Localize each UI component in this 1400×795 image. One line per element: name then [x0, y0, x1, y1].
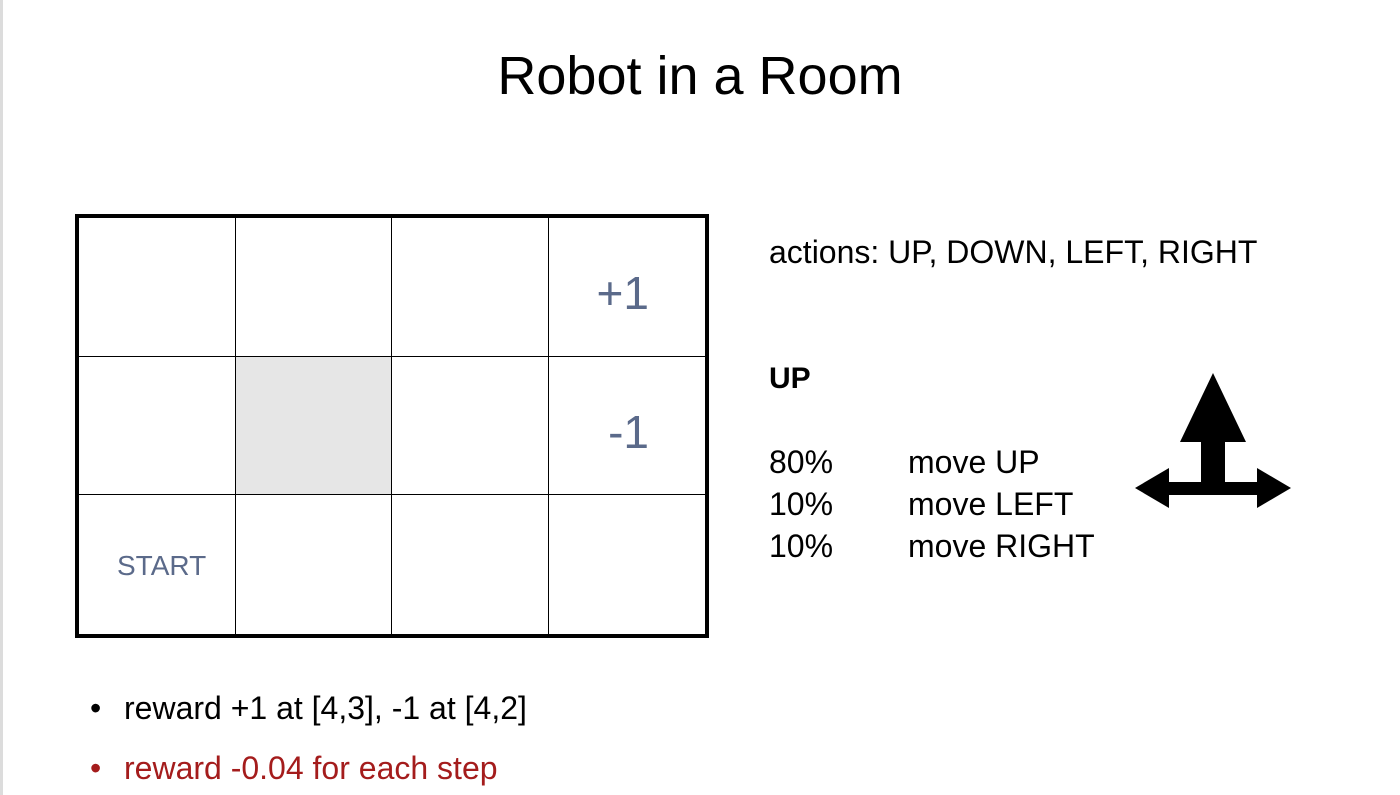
transition-probability: 80%: [769, 444, 834, 480]
grid-cell-r0-c2: [392, 218, 549, 357]
transition-row: 10% move LEFT: [769, 484, 1073, 524]
bullet-reward-step: • reward -0.04 for each step: [90, 748, 498, 788]
transition-row: 80% move UP: [769, 442, 1040, 482]
grid-cell-r2-c3: [549, 495, 706, 634]
grid-cell-r1-c2: [392, 356, 549, 496]
grid-world: +1 -1 START: [75, 214, 709, 638]
transition-move: move LEFT: [908, 486, 1074, 522]
bullet-icon: •: [90, 690, 102, 726]
transition-probability: 10%: [769, 528, 834, 564]
grid-cell-r0-c0: [79, 218, 236, 357]
grid-cell-r1-c0: [79, 356, 236, 496]
start-label: START: [117, 550, 207, 582]
up-action-heading: UP: [769, 362, 811, 395]
bullet-icon: •: [90, 750, 102, 786]
actions-list: actions: UP, DOWN, LEFT, RIGHT: [769, 234, 1258, 270]
bullet-text: reward -0.04 for each step: [124, 750, 498, 786]
negative-reward-label: -1: [608, 405, 649, 458]
transition-row: 10% move RIGHT: [769, 526, 1095, 566]
slide-title: Robot in a Room: [497, 46, 903, 106]
wall-cell: [235, 356, 392, 496]
bullet-text: reward +1 at [4,3], -1 at [4,2]: [124, 690, 527, 726]
grid-cell-r2-c1: [236, 495, 392, 634]
grid-cell-r1-c3: -1: [548, 357, 705, 496]
grid-cell-r0-c1: [235, 218, 392, 357]
transition-probability: 10%: [769, 486, 834, 522]
transition-move: move RIGHT: [908, 528, 1095, 564]
up-left-right-arrow-icon: [1135, 373, 1291, 508]
positive-reward-label: +1: [596, 267, 649, 319]
slide-edge: [0, 0, 3, 795]
grid-cell-r0-c3: +1: [548, 218, 705, 357]
transition-move: move UP: [908, 444, 1040, 480]
bullet-reward-terminal: • reward +1 at [4,3], -1 at [4,2]: [90, 688, 527, 728]
grid-cell-r2-c2: [392, 495, 549, 634]
grid-cell-r2-c0: START: [79, 495, 236, 634]
